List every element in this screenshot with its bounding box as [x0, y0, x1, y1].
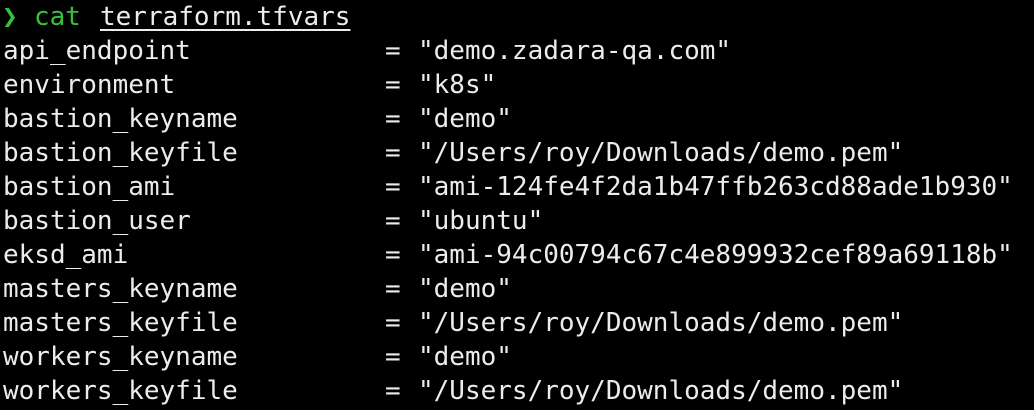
tfvars-row: masters_keyfile = "/Users/roy/Downloads/… [0, 306, 1034, 340]
prompt-chevron-icon: ❯ [2, 2, 18, 32]
assignment-operator: = [385, 342, 401, 372]
assignment-operator: = [385, 70, 401, 100]
tfvars-row: environment = "k8s" [0, 68, 1034, 102]
assignment-operator: = [385, 274, 401, 304]
tfvars-row: eksd_ami = "ami-94c00794c67c4e899932cef8… [0, 238, 1034, 272]
tfvars-value: "ami-124fe4f2da1b47ffb263cd88ade1b930" [418, 172, 1013, 202]
command-argument-filename: terraform.tfvars [100, 2, 351, 32]
assignment-operator: = [385, 104, 401, 134]
tfvars-value: "ubuntu" [418, 206, 544, 236]
assignment-operator: = [385, 172, 401, 202]
tfvars-key: masters_keyfile [3, 308, 238, 338]
tfvars-row: workers_keyname = "demo" [0, 340, 1034, 374]
tfvars-key: environment [3, 70, 176, 100]
tfvars-key: api_endpoint [3, 36, 191, 66]
tfvars-row: bastion_keyfile = "/Users/roy/Downloads/… [0, 136, 1034, 170]
command-name: cat [34, 2, 81, 32]
tfvars-key: eksd_ami [3, 240, 129, 270]
tfvars-row: masters_keyname = "demo" [0, 272, 1034, 306]
tfvars-row: bastion_keyname = "demo" [0, 102, 1034, 136]
tfvars-key: bastion_ami [3, 172, 176, 202]
tfvars-value: "/Users/roy/Downloads/demo.pem" [418, 376, 904, 406]
tfvars-key: bastion_keyname [3, 104, 238, 134]
tfvars-row: bastion_ami = "ami-124fe4f2da1b47ffb263c… [0, 170, 1034, 204]
tfvars-key: masters_keyname [3, 274, 238, 304]
assignment-operator: = [385, 376, 401, 406]
tfvars-row: api_endpoint = "demo.zadara-qa.com" [0, 34, 1034, 68]
tfvars-value: "demo.zadara-qa.com" [418, 36, 732, 66]
tfvars-value: "demo" [418, 104, 512, 134]
tfvars-key: workers_keyname [3, 342, 238, 372]
tfvars-key: bastion_user [3, 206, 191, 236]
tfvars-value: "demo" [418, 274, 512, 304]
assignment-operator: = [385, 240, 401, 270]
assignment-operator: = [385, 206, 401, 236]
tfvars-row: bastion_user = "ubuntu" [0, 204, 1034, 238]
tfvars-value: "/Users/roy/Downloads/demo.pem" [418, 138, 904, 168]
tfvars-key: workers_keyfile [3, 376, 238, 406]
prompt-line: ❯ cat terraform.tfvars [0, 0, 1034, 34]
tfvars-value: "k8s" [418, 70, 497, 100]
tfvars-key: bastion_keyfile [3, 138, 238, 168]
terminal-window[interactable]: ❯ cat terraform.tfvars api_endpoint = "d… [0, 0, 1034, 410]
tfvars-value: "ami-94c00794c67c4e899932cef89a69118b" [418, 240, 1013, 270]
assignment-operator: = [385, 308, 401, 338]
assignment-operator: = [385, 138, 401, 168]
tfvars-row: workers_keyfile = "/Users/roy/Downloads/… [0, 374, 1034, 408]
tfvars-value: "/Users/roy/Downloads/demo.pem" [418, 308, 904, 338]
assignment-operator: = [385, 36, 401, 66]
tfvars-value: "demo" [418, 342, 512, 372]
